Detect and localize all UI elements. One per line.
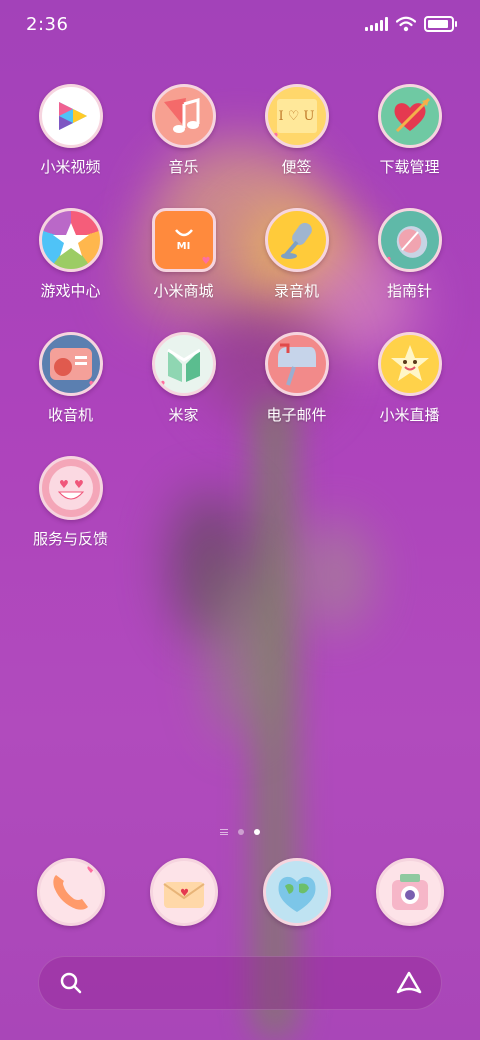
app-label: 下载管理 — [379, 158, 440, 176]
app-service-feedback[interactable]: ♥ ♥ ♥ 服务与反馈 — [14, 456, 127, 549]
envelope-icon: ♥ — [149, 858, 218, 926]
mailbox-icon: ♥ — [264, 332, 329, 396]
browser-app[interactable] — [240, 858, 353, 926]
app-compass[interactable]: ♥ 指南针 — [353, 208, 466, 301]
app-label: 电子邮件 — [266, 406, 327, 424]
app-label: 小米视频 — [40, 158, 101, 176]
heart-arrow-icon: ♥ — [377, 84, 442, 148]
app-email[interactable]: ♥ 电子邮件 — [240, 332, 353, 425]
app-label: 小米商城 — [153, 282, 214, 300]
smiley-face-icon: ♥ ♥ ♥ — [38, 456, 103, 520]
app-label: 米家 — [168, 406, 199, 424]
app-label: 便签 — [281, 158, 312, 176]
app-mi-mall[interactable]: MI ♥ 小米商城 — [127, 208, 240, 301]
page-dot-2[interactable] — [254, 829, 260, 835]
microphone-icon: ♥ — [264, 208, 329, 272]
app-label: 收音机 — [47, 406, 93, 424]
wifi-icon — [396, 16, 416, 32]
page-indicator — [0, 829, 480, 835]
app-label: 小米直播 — [379, 406, 440, 424]
app-radio[interactable]: ♥ 收音机 — [14, 332, 127, 425]
radio-icon: ♥ — [38, 332, 103, 396]
camera-icon — [375, 858, 444, 926]
phone-app[interactable]: ♥ — [14, 858, 127, 926]
app-label: 服务与反馈 — [32, 530, 108, 548]
svg-text:♥: ♥ — [74, 478, 84, 491]
app-grid: ♥ 小米视频 ♥ 音乐 I ♡ U ♥ 便签 ♥ 下载管理 ♥ 游戏中心 MI … — [14, 84, 466, 549]
page-dot-1[interactable] — [238, 829, 244, 835]
app-mijia[interactable]: ♥ 米家 — [127, 332, 240, 425]
mall-text: MI — [176, 241, 191, 252]
status-time: 2:36 — [26, 14, 69, 35]
svg-text:♥: ♥ — [59, 478, 69, 491]
sticky-note-icon: I ♡ U ♥ — [264, 84, 329, 148]
app-drawer-icon[interactable] — [220, 829, 228, 835]
app-mi-video[interactable]: ♥ 小米视频 — [14, 84, 127, 177]
app-game-center[interactable]: ♥ 游戏中心 — [14, 208, 127, 301]
messages-app[interactable]: ♥ — [127, 858, 240, 926]
app-music[interactable]: ♥ 音乐 — [127, 84, 240, 177]
star-face-icon: ♥ — [377, 332, 442, 396]
app-label: 录音机 — [273, 282, 319, 300]
svg-text:♥: ♥ — [180, 888, 189, 899]
globe-icon — [262, 858, 331, 926]
app-mi-live[interactable]: ♥ 小米直播 — [353, 332, 466, 425]
shopping-bag-icon: MI ♥ — [151, 208, 216, 272]
play-icon: ♥ — [38, 84, 103, 148]
status-bar: 2:36 — [0, 0, 480, 50]
app-label: 音乐 — [168, 158, 199, 176]
phone-icon: ♥ — [36, 858, 105, 926]
signal-icon — [365, 17, 388, 31]
app-downloads[interactable]: ♥ 下载管理 — [353, 84, 466, 177]
star-icon: ♥ — [38, 208, 103, 272]
app-label: 指南针 — [386, 282, 432, 300]
camera-app[interactable] — [353, 858, 466, 926]
compass-icon: ♥ — [377, 208, 442, 272]
app-label: 游戏中心 — [40, 282, 101, 300]
notes-text: I ♡ U — [276, 99, 317, 133]
app-recorder[interactable]: ♥ 录音机 — [240, 208, 353, 301]
battery-icon — [424, 16, 457, 32]
dock: ♥ ♥ — [14, 858, 466, 926]
assistant-icon[interactable] — [395, 970, 423, 996]
music-note-icon: ♥ — [151, 84, 216, 148]
search-bar[interactable] — [38, 956, 442, 1010]
mijia-icon: ♥ — [151, 332, 216, 396]
app-notes[interactable]: I ♡ U ♥ 便签 — [240, 84, 353, 177]
search-icon — [60, 972, 82, 994]
